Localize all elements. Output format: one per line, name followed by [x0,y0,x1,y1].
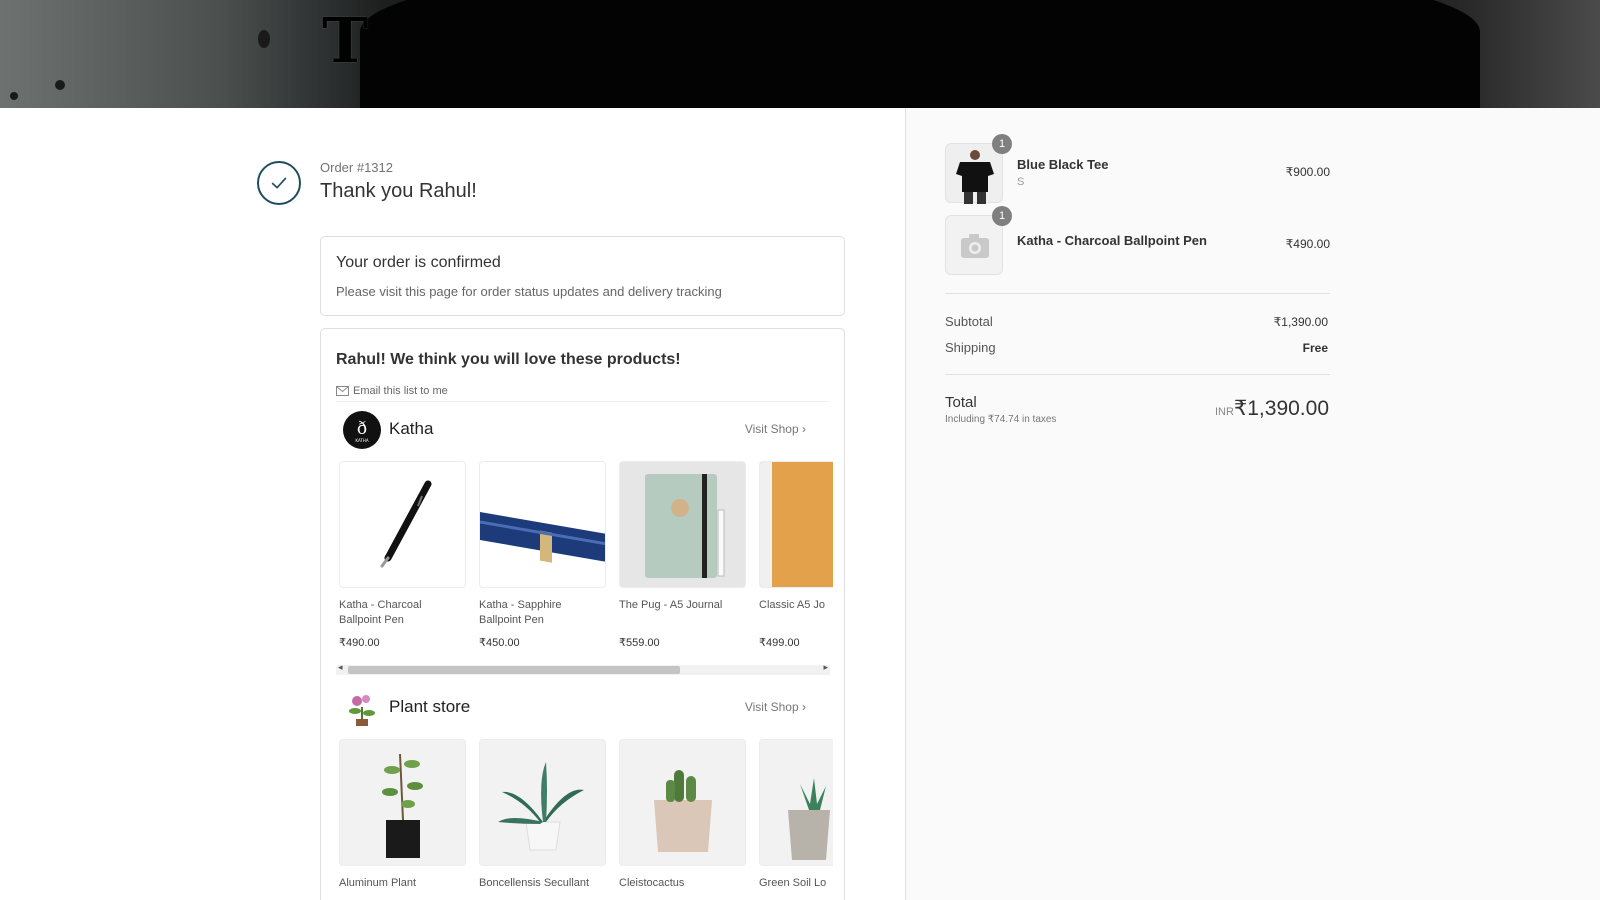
product-card[interactable]: Boncellensis Secullant [479,739,606,900]
order-number: Order #1312 [320,160,393,175]
item-name: Katha - Charcoal Ballpoint Pen [1017,233,1207,248]
svg-text:KATHA: KATHA [355,438,368,443]
product-card[interactable]: Cleistocactus [619,739,746,900]
product-name: Green Soil Lo [759,877,827,889]
shop-name: Katha [389,419,434,438]
product-price: ₹490.00 [339,637,380,649]
plant-store-logo [343,689,381,727]
order-confirmed-box: Your order is confirmed Please visit thi… [320,236,845,316]
product-name: Katha - Charcoal Ballpoint Pen [339,599,422,626]
katha-logo: ð KATHA [343,411,381,449]
currency-code: INR [1215,406,1234,418]
divider [945,374,1330,375]
product-image-pug-journal[interactable] [619,461,746,588]
chevron-right-icon: › [802,700,806,714]
confirm-subtitle: Please visit this page for order status … [336,284,722,299]
envelope-icon [336,386,349,396]
product-card[interactable]: Katha - Charcoal Ballpoint Pen ₹490.00 [339,461,466,649]
divider [945,293,1330,294]
item-variant: S [1017,176,1025,188]
product-price: ₹450.00 [479,637,520,649]
carousel-scrollbar[interactable]: ◂ ▸ [336,662,830,675]
product-image-charcoal-pen[interactable] [339,461,466,588]
banner-texture [10,92,18,100]
product-carousel-plant-store[interactable]: Aluminum Plant Boncellensis Secullant Cl… [339,739,833,900]
product-image-cleistocactus[interactable] [619,739,746,866]
product-card[interactable]: The Pug - A5 Journal ₹559.00 [619,461,746,649]
product-card[interactable]: Classic A5 Jo ₹499.00 [759,461,833,649]
thank-you-heading: Thank you Rahul! [320,180,477,202]
shop-name: Plant store [389,697,471,716]
total-value: ₹1,390.00 [1233,397,1329,420]
product-image-classic-journal[interactable] [759,461,833,588]
svg-text:ð: ð [357,419,367,439]
confirm-title: Your order is confirmed [336,254,501,271]
visit-shop-link[interactable]: Visit Shop › [745,700,806,714]
banner-silhouette [360,0,1480,108]
product-card[interactable]: Aluminum Plant [339,739,466,900]
product-name: Aluminum Plant [339,877,417,889]
product-carousel-katha[interactable]: Katha - Charcoal Ballpoint Pen ₹490.00 K… [339,461,833,661]
summary-line-item: 1 Blue Black Tee S ₹900.00 [945,134,1330,205]
product-card[interactable]: Green Soil Lo [759,739,833,900]
visit-shop-label: Visit Shop [744,422,799,436]
email-list-label: Email this list to me [353,385,448,397]
divider [336,401,829,402]
item-price: ₹490.00 [1285,237,1330,251]
email-list-link[interactable]: Email this list to me [336,385,448,397]
header-banner: T [0,0,1600,108]
visit-shop-link[interactable]: Visit Shop › [745,422,806,436]
product-card[interactable]: Katha - Sapphire Ballpoint Pen ₹450.00 [479,461,606,649]
scrollbar-thumb[interactable] [348,666,680,674]
summary-line-item: 1 Katha - Charcoal Ballpoint Pen ₹490.00 [945,206,1330,277]
item-price: ₹900.00 [1285,165,1330,179]
store-logo[interactable]: T [322,10,368,72]
product-thumbnail-placeholder: 1 [945,206,1012,275]
product-image-green-soil[interactable] [759,739,833,866]
recommendations-box: Rahul! We think you will love these prod… [320,328,845,900]
product-name: Cleistocactus [619,877,685,889]
product-image-sapphire-pen[interactable] [479,461,606,588]
product-name: The Pug - A5 Journal [619,599,723,611]
quantity-badge: 1 [992,206,1012,226]
tax-note: Including ₹74.74 in taxes [945,414,1057,425]
product-price: ₹499.00 [759,637,800,649]
product-thumbnail-tee: 1 [945,134,1012,204]
visit-shop-label: Visit Shop [744,700,799,714]
camera-icon [961,234,989,258]
product-image-aluminum-plant[interactable] [339,739,466,866]
product-name: Boncellensis Secullant [479,877,590,889]
recommendations-title: Rahul! We think you will love these prod… [336,351,681,368]
subtotal-value: ₹1,390.00 [1273,315,1328,329]
scroll-left-icon[interactable]: ◂ [338,662,343,673]
check-icon [257,161,301,205]
product-name: Classic A5 Jo [759,599,826,611]
item-name: Blue Black Tee [1017,157,1109,172]
product-price: ₹559.00 [619,637,660,649]
banner-texture [55,80,65,90]
product-name: Katha - Sapphire Ballpoint Pen [479,599,562,626]
quantity-badge: 1 [992,134,1012,154]
subtotal-label: Subtotal [945,314,993,329]
scroll-right-icon[interactable]: ▸ [823,662,828,673]
shop-header-katha: ð KATHA Katha Visit Shop › [336,407,816,451]
shop-header-plant-store: Plant store Visit Shop › [336,685,816,729]
banner-texture [258,30,270,48]
shipping-label: Shipping [945,340,996,355]
chevron-right-icon: › [802,422,806,436]
total-label: Total [945,394,977,411]
product-image-boncellensis[interactable] [479,739,606,866]
shipping-value: Free [1302,341,1328,355]
